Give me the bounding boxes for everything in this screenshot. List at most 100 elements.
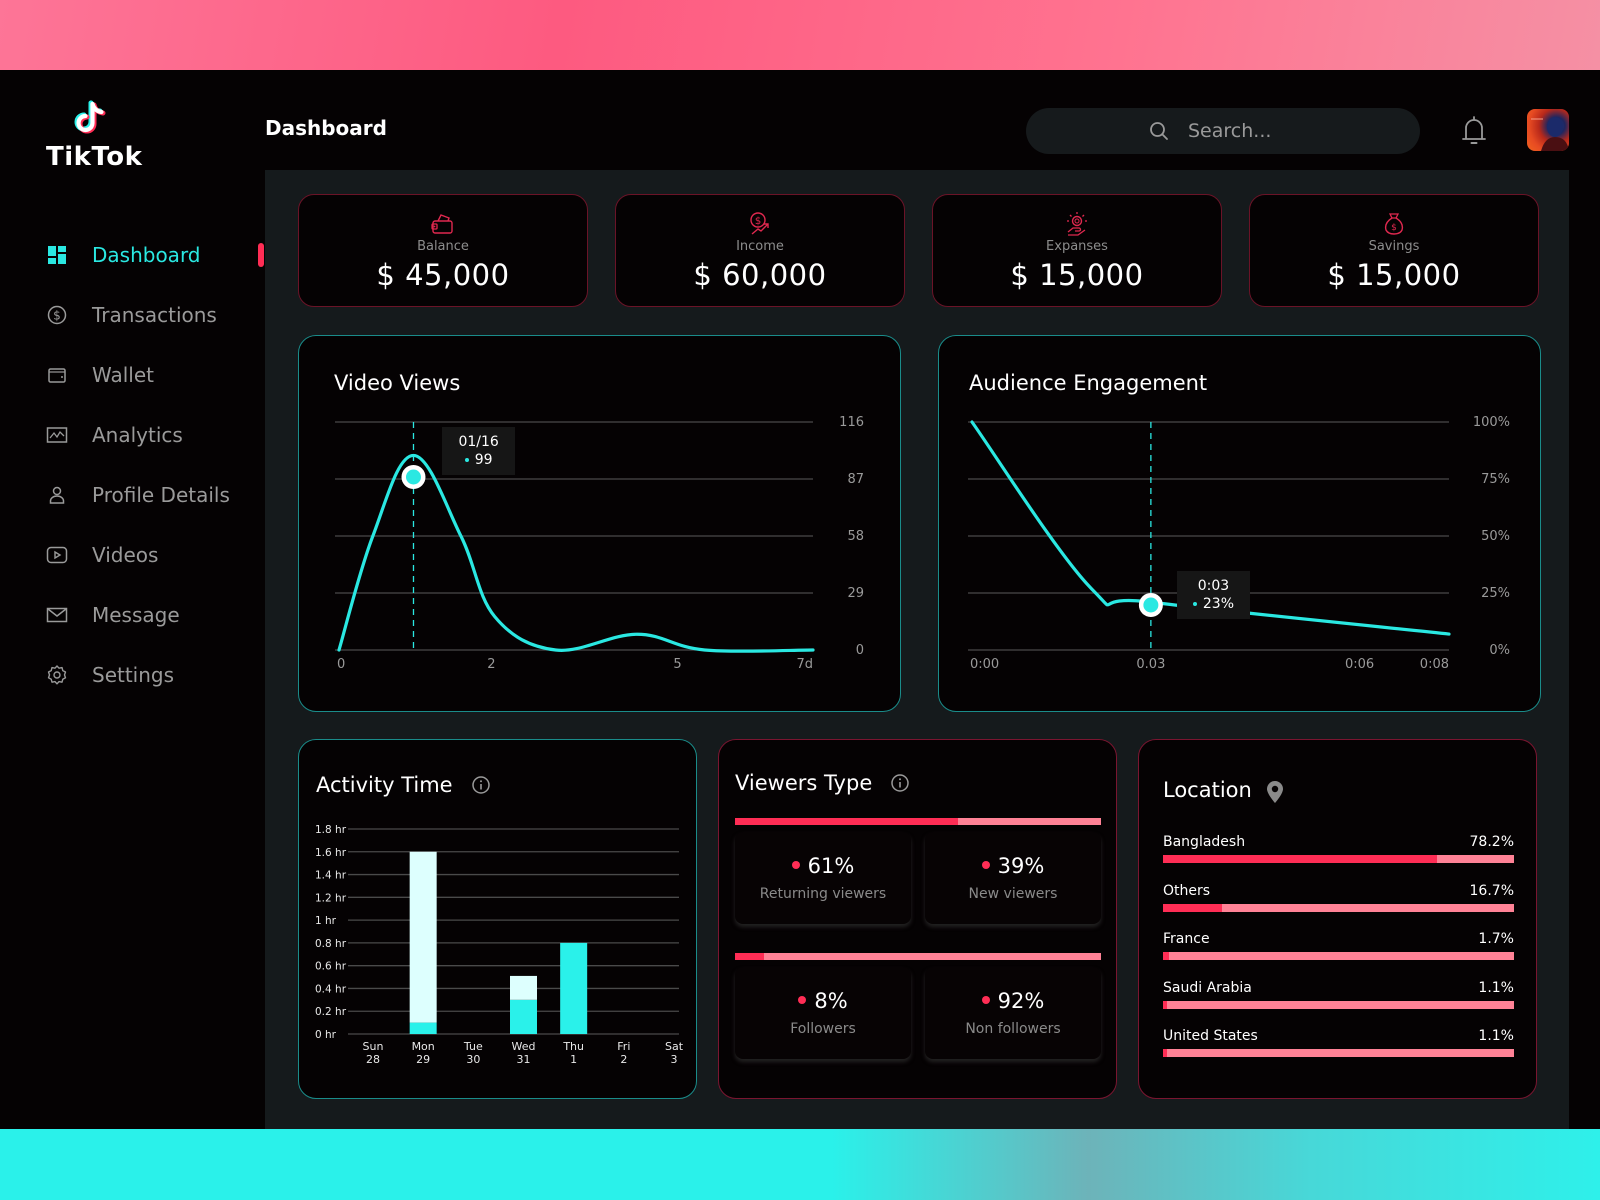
svg-text:$: $ <box>755 216 761 227</box>
x-tick-date: 31 <box>517 1053 531 1066</box>
audience-engagement-card: Audience Engagement 100% 75% 50% 25% 0% 0:00 0… <box>938 335 1541 712</box>
tooltip-label: 01/16 <box>458 434 499 450</box>
video-views-card: Video Views 116 87 58 29 0 0 2 5 7d 01/16 99 <box>298 335 901 712</box>
map-pin-icon <box>1266 780 1286 803</box>
country-pct: 1.7% <box>1478 931 1514 947</box>
tooltip-value: 23% <box>1202 596 1234 612</box>
top-decorative-band <box>0 0 1600 70</box>
hover-point <box>405 469 421 485</box>
stat-card-savings[interactable]: $ Savings $ 15,000 <box>1249 194 1539 307</box>
y-tick-label: 1.8 hr <box>315 824 347 836</box>
viewer-pct: 8% <box>814 989 848 1013</box>
x-tick-label: Wed <box>512 1040 536 1053</box>
series-dot <box>1192 602 1197 606</box>
y-tick-label: 1.6 hr <box>315 847 347 859</box>
tiktok-note-icon <box>71 98 111 138</box>
location-row: Saudi Arabia 1.1% <box>1163 980 1514 1009</box>
tooltip-label: 0:03 <box>1197 578 1230 594</box>
search-bar[interactable] <box>1026 108 1420 154</box>
y-tick-label: 29 <box>847 586 864 601</box>
country-bar <box>1163 855 1514 863</box>
hover-point <box>1143 597 1159 613</box>
sidebar-item-transactions[interactable]: $ Transactions <box>0 285 265 345</box>
sidebar-item-profile-details[interactable]: Profile Details <box>0 465 265 525</box>
stat-card-balance[interactable]: Balance $ 45,000 <box>298 194 588 307</box>
activity-time-card: Activity Time 1.8 hr 1.6 hr 1.4 hr 1.2 hr 1 … <box>298 739 697 1099</box>
app-window: TikTok Dashboard $ Transactions Wallet A… <box>0 70 1600 1129</box>
x-tick-label: 0:08 <box>1420 657 1449 672</box>
sidebar-item-label: Wallet <box>92 363 155 387</box>
country-name: United States <box>1163 1028 1258 1044</box>
y-tick-label: 0 hr <box>315 1029 337 1041</box>
video-views-chart: 116 87 58 29 0 0 2 5 7d <box>335 415 864 672</box>
y-tick-label: 0.8 hr <box>315 938 347 950</box>
y-tick-label: 1.2 hr <box>315 892 347 904</box>
stat-card-income[interactable]: $ Income $ 60,000 <box>615 194 905 307</box>
sidebar-item-label: Message <box>92 603 180 627</box>
main-panel: Balance $ 45,000 $ Income $ 60,000 Expan… <box>265 170 1569 1129</box>
sidebar-item-message[interactable]: Message <box>0 585 265 645</box>
dollar-circle-icon: $ <box>46 304 68 326</box>
brand[interactable]: TikTok <box>46 98 142 172</box>
sidebar-item-settings[interactable]: Settings <box>0 645 265 705</box>
x-tick-date: 3 <box>671 1053 678 1066</box>
followers-split-bar <box>735 953 1101 960</box>
location-row: France 1.7% <box>1163 931 1514 960</box>
x-tick-label: 0.03 <box>1136 657 1165 672</box>
stat-label: Income <box>736 239 784 254</box>
tooltip-value: 99 <box>474 452 493 468</box>
search-input[interactable] <box>1188 120 1298 142</box>
grid-icon <box>46 244 68 266</box>
country-name: France <box>1163 931 1210 947</box>
y-tick-label: 25% <box>1481 586 1510 601</box>
bar-secondary <box>409 851 437 1023</box>
search-icon <box>1148 120 1170 142</box>
stat-value: $ 45,000 <box>376 258 510 292</box>
user-icon <box>46 484 68 506</box>
x-tick-label: Fri <box>617 1040 630 1053</box>
svg-text:$: $ <box>53 309 61 323</box>
stat-label: Balance <box>417 239 469 254</box>
stat-value: $ 60,000 <box>693 258 827 292</box>
sidebar-item-label: Analytics <box>92 423 183 447</box>
avatar-image <box>1531 117 1569 151</box>
stat-value: $ 15,000 <box>1327 258 1461 292</box>
sidebar-item-videos[interactable]: Videos <box>0 525 265 585</box>
viewer-label: Followers <box>790 1021 856 1037</box>
active-indicator <box>258 243 264 267</box>
country-name: Saudi Arabia <box>1163 979 1252 996</box>
y-tick-label: 1 hr <box>315 915 337 927</box>
sidebar-item-dashboard[interactable]: Dashboard <box>0 225 265 285</box>
income-icon: $ <box>747 211 773 237</box>
split-bar-fill <box>735 953 765 960</box>
y-tick-label: 1.4 hr <box>315 870 347 882</box>
sidebar-item-label: Settings <box>92 663 175 687</box>
bell-icon[interactable] <box>1460 114 1488 146</box>
x-tick-label: Tue <box>463 1040 483 1053</box>
y-tick-label: 0.2 hr <box>315 1006 347 1018</box>
y-tick-label: 87 <box>847 472 864 487</box>
card-title: Viewers Type <box>735 771 910 795</box>
bar-primary <box>510 999 537 1034</box>
sidebar-item-analytics[interactable]: Analytics <box>0 405 265 465</box>
stat-card-expanses[interactable]: Expanses $ 15,000 <box>932 194 1222 307</box>
sidebar-nav: Dashboard $ Transactions Wallet Analytic… <box>0 225 265 705</box>
x-tick-label: 0:00 <box>970 657 999 672</box>
avatar[interactable] <box>1527 109 1569 151</box>
y-tick-label: 75% <box>1481 472 1510 487</box>
viewer-stat-non-followers: 92% Non followers <box>925 967 1101 1059</box>
y-tick-label: 0.6 hr <box>315 961 347 973</box>
x-tick-label: Thu <box>562 1040 584 1053</box>
country-pct: 16.7% <box>1469 882 1514 899</box>
info-icon[interactable] <box>890 773 910 793</box>
x-tick-label: 2 <box>487 657 495 672</box>
x-tick-label: 5 <box>673 657 681 672</box>
sidebar-item-label: Transactions <box>92 303 217 327</box>
stat-label: Expanses <box>1046 239 1108 254</box>
x-tick-date: 1 <box>570 1053 577 1066</box>
y-tick-label: 100% <box>1473 415 1510 430</box>
sidebar-item-wallet[interactable]: Wallet <box>0 345 265 405</box>
y-tick-label: 116 <box>839 415 864 430</box>
series-dot <box>464 458 469 462</box>
bar-secondary <box>510 975 537 1000</box>
